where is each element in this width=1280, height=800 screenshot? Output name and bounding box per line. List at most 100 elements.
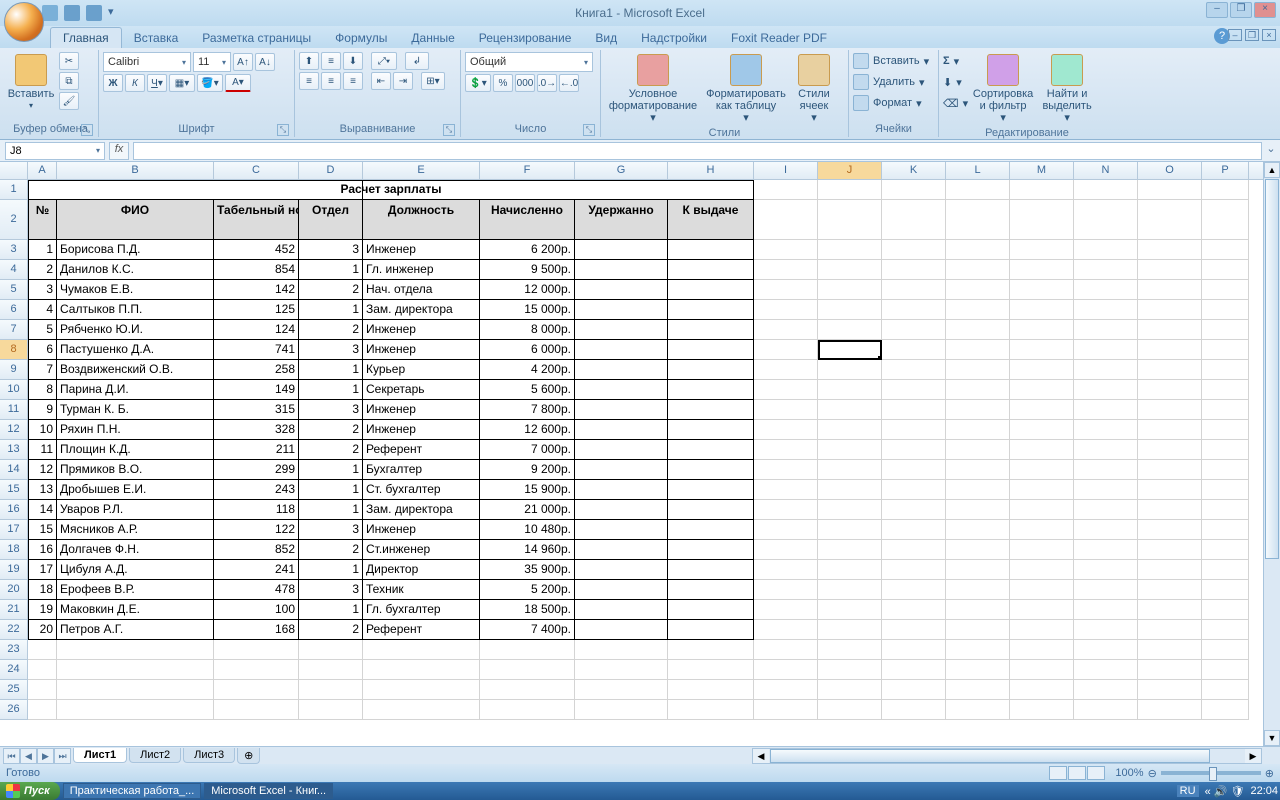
format-as-table-button[interactable]: Форматировать как таблицу▾ — [705, 52, 787, 126]
row-header[interactable]: 1 — [0, 180, 28, 200]
formula-expand-button[interactable]: ⌄ — [1264, 142, 1278, 160]
row-header[interactable]: 18 — [0, 540, 28, 560]
cell-M14[interactable] — [1010, 460, 1074, 480]
column-header-F[interactable]: F — [480, 162, 575, 179]
cell-P5[interactable] — [1202, 280, 1249, 300]
column-header-E[interactable]: E — [363, 162, 480, 179]
cell-K15[interactable] — [882, 480, 946, 500]
cell-K14[interactable] — [882, 460, 946, 480]
cell-E12[interactable]: Инженер — [363, 420, 480, 440]
cell-M22[interactable] — [1010, 620, 1074, 640]
sheet-tab-1[interactable]: Лист1 — [73, 748, 127, 763]
cell-K7[interactable] — [882, 320, 946, 340]
cell-H4[interactable] — [668, 260, 754, 280]
formula-input[interactable] — [133, 142, 1262, 160]
cell-K9[interactable] — [882, 360, 946, 380]
cell-M6[interactable] — [1010, 300, 1074, 320]
cell-E21[interactable]: Гл. бухгалтер — [363, 600, 480, 620]
cell-H3[interactable] — [668, 240, 754, 260]
maximize-button[interactable]: ❐ — [1230, 2, 1252, 18]
hscroll-thumb[interactable] — [770, 749, 1210, 763]
cell-F4[interactable]: 9 500р. — [480, 260, 575, 280]
cell-M25[interactable] — [1010, 680, 1074, 700]
cell-B7[interactable]: Рябченко Ю.И. — [57, 320, 214, 340]
cell-A6[interactable]: 4 — [28, 300, 57, 320]
cell-C17[interactable]: 122 — [214, 520, 299, 540]
cell-E15[interactable]: Ст. бухгалтер — [363, 480, 480, 500]
cell-P20[interactable] — [1202, 580, 1249, 600]
font-size-combo[interactable]: 11▾ — [193, 52, 231, 72]
cell-M24[interactable] — [1010, 660, 1074, 680]
fill-button[interactable]: ⬇ ▾ — [943, 73, 968, 91]
cell-H10[interactable] — [668, 380, 754, 400]
cell-G10[interactable] — [575, 380, 668, 400]
cell-D11[interactable]: 3 — [299, 400, 363, 420]
cell-K18[interactable] — [882, 540, 946, 560]
cell-N23[interactable] — [1074, 640, 1138, 660]
cell-M26[interactable] — [1010, 700, 1074, 720]
cell-A23[interactable] — [28, 640, 57, 660]
align-center-button[interactable]: ≡ — [321, 72, 341, 90]
cell-P2[interactable] — [1202, 200, 1249, 240]
cell-N25[interactable] — [1074, 680, 1138, 700]
cell-M10[interactable] — [1010, 380, 1074, 400]
tab-data[interactable]: Данные — [399, 28, 466, 48]
row-header[interactable]: 25 — [0, 680, 28, 700]
cell-C7[interactable]: 124 — [214, 320, 299, 340]
cell-B16[interactable]: Уваров Р.Л. — [57, 500, 214, 520]
align-right-button[interactable]: ≡ — [343, 72, 363, 90]
cell-E7[interactable]: Инженер — [363, 320, 480, 340]
cell-J25[interactable] — [818, 680, 882, 700]
cell-E22[interactable]: Референт — [363, 620, 480, 640]
cell-A1[interactable] — [28, 180, 57, 200]
cell-C13[interactable]: 211 — [214, 440, 299, 460]
cell-C2[interactable]: Табельный номер — [214, 200, 299, 240]
cell-A24[interactable] — [28, 660, 57, 680]
cell-E6[interactable]: Зам. директора — [363, 300, 480, 320]
cell-P6[interactable] — [1202, 300, 1249, 320]
language-indicator[interactable]: RU — [1177, 785, 1199, 797]
cell-O10[interactable] — [1138, 380, 1202, 400]
cell-N26[interactable] — [1074, 700, 1138, 720]
view-pagebreak-button[interactable] — [1087, 766, 1105, 780]
cell-D14[interactable]: 1 — [299, 460, 363, 480]
cell-G5[interactable] — [575, 280, 668, 300]
cell-L11[interactable] — [946, 400, 1010, 420]
cell-J19[interactable] — [818, 560, 882, 580]
cell-C14[interactable]: 299 — [214, 460, 299, 480]
cell-J9[interactable] — [818, 360, 882, 380]
cell-F5[interactable]: 12 000р. — [480, 280, 575, 300]
cell-G17[interactable] — [575, 520, 668, 540]
cell-A25[interactable] — [28, 680, 57, 700]
cell-P18[interactable] — [1202, 540, 1249, 560]
cell-F10[interactable]: 5 600р. — [480, 380, 575, 400]
row-header[interactable]: 3 — [0, 240, 28, 260]
cell-A17[interactable]: 15 — [28, 520, 57, 540]
cell-A26[interactable] — [28, 700, 57, 720]
cell-L9[interactable] — [946, 360, 1010, 380]
cell-H12[interactable] — [668, 420, 754, 440]
cell-P1[interactable] — [1202, 180, 1249, 200]
cell-H1[interactable] — [668, 180, 754, 200]
cell-O6[interactable] — [1138, 300, 1202, 320]
font-launcher[interactable]: ⤡ — [277, 124, 289, 136]
cell-N4[interactable] — [1074, 260, 1138, 280]
cell-L25[interactable] — [946, 680, 1010, 700]
cell-J12[interactable] — [818, 420, 882, 440]
cell-P13[interactable] — [1202, 440, 1249, 460]
cell-E25[interactable] — [363, 680, 480, 700]
cell-I17[interactable] — [754, 520, 818, 540]
format-cells-button[interactable]: Формат ▾ — [853, 94, 922, 112]
cell-G12[interactable] — [575, 420, 668, 440]
cell-H20[interactable] — [668, 580, 754, 600]
cell-C19[interactable]: 241 — [214, 560, 299, 580]
cell-G2[interactable]: Удержанно — [575, 200, 668, 240]
save-icon[interactable] — [42, 5, 58, 21]
cell-O25[interactable] — [1138, 680, 1202, 700]
cell-P21[interactable] — [1202, 600, 1249, 620]
clipboard-launcher[interactable]: ⤡ — [81, 124, 93, 136]
cell-D4[interactable]: 1 — [299, 260, 363, 280]
cell-D3[interactable]: 3 — [299, 240, 363, 260]
cell-L16[interactable] — [946, 500, 1010, 520]
cell-H5[interactable] — [668, 280, 754, 300]
